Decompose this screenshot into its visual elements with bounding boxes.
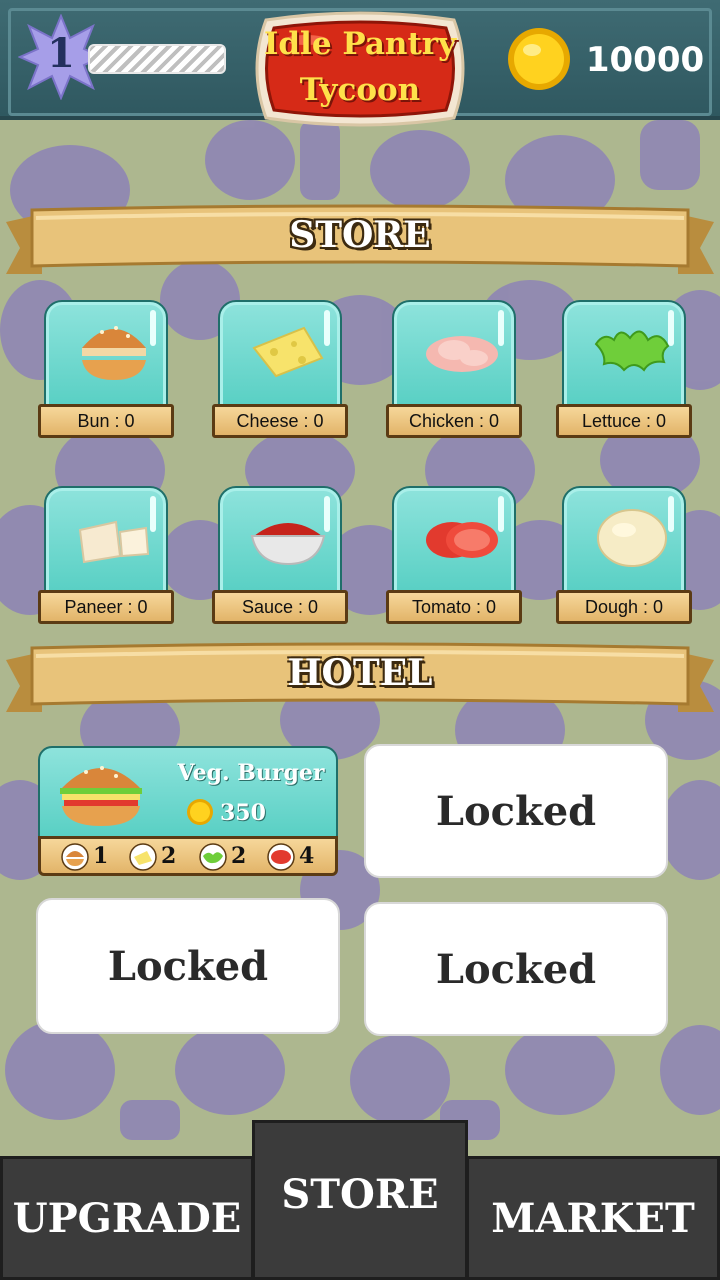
store-item-bun[interactable]: Bun : 0 (38, 300, 174, 440)
item-label: Sauce : 0 (212, 590, 348, 624)
item-tile (218, 486, 342, 598)
item-label: Lettuce : 0 (556, 404, 692, 438)
store-item-dough[interactable]: Dough : 0 (556, 486, 692, 626)
ingredient-count: 1 (93, 843, 109, 869)
item-tile (392, 486, 516, 598)
item-tile (392, 300, 516, 412)
ingredient-count: 2 (231, 843, 247, 869)
locked-slot-4[interactable]: Locked (364, 902, 668, 1036)
burger-icon (60, 766, 142, 826)
store-item-sauce[interactable]: Sauce : 0 (212, 486, 348, 626)
item-label: Bun : 0 (38, 404, 174, 438)
item-tile (562, 486, 686, 598)
market-tab-button[interactable]: MARKET (466, 1156, 720, 1280)
hotel-heading: HOTEL (287, 652, 433, 694)
store-item-tomato[interactable]: Tomato : 0 (386, 486, 522, 626)
store-item-paneer[interactable]: Paneer : 0 (38, 486, 174, 626)
item-label: Cheese : 0 (212, 404, 348, 438)
xp-progress-bar (88, 44, 226, 74)
recipe-card-veg-burger[interactable]: Veg. Burger 350 1 2 2 4 (38, 746, 338, 876)
locked-slot-2[interactable]: Locked (364, 744, 668, 878)
recipe-card-top: Veg. Burger 350 (38, 746, 338, 842)
coin-balance: 10000 (585, 40, 705, 80)
chicken-icon (426, 336, 498, 372)
item-tile (44, 486, 168, 598)
store-item-cheese[interactable]: Cheese : 0 (212, 300, 348, 440)
store-heading: STORE (289, 214, 431, 256)
store-item-lettuce[interactable]: Lettuce : 0 (556, 300, 692, 440)
sauce-icon (250, 523, 326, 566)
item-label: Dough : 0 (556, 590, 692, 624)
item-label: Chicken : 0 (386, 404, 522, 438)
paneer-icon (78, 520, 150, 564)
ingredient-count: 4 (299, 843, 315, 869)
locked-slot-3[interactable]: Locked (36, 898, 340, 1034)
background-pattern (0, 120, 720, 1140)
bottom-nav: UPGRADE STORE MARKET (0, 1120, 720, 1280)
recipe-price: 350 (220, 800, 266, 826)
bun-icon (61, 843, 89, 871)
tomato-icon (426, 522, 498, 558)
item-tile (44, 300, 168, 412)
game-title-line2: Tycoon (299, 72, 421, 108)
ingredient-count: 2 (161, 843, 177, 869)
item-tile (562, 300, 686, 412)
player-level: 1 (47, 30, 75, 77)
bun-icon (82, 326, 146, 380)
game-screen: 1 Idle Pantry Tycoon 10000 STORE Bun : 0 (0, 0, 720, 1280)
coin-icon (187, 799, 213, 825)
dough-icon (597, 509, 667, 567)
lettuce-icon (594, 330, 670, 372)
cheese-icon (129, 843, 157, 871)
game-title-line1: Idle Pantry (263, 26, 457, 62)
cheese-icon (252, 326, 324, 378)
lettuce-icon (199, 843, 227, 871)
coin-icon (508, 28, 570, 90)
item-label: Tomato : 0 (386, 590, 522, 624)
recipe-ingredients: 1 2 2 4 (38, 836, 338, 876)
store-tab-button[interactable]: STORE (252, 1120, 468, 1280)
item-label: Paneer : 0 (38, 590, 174, 624)
item-tile (218, 300, 342, 412)
store-item-chicken[interactable]: Chicken : 0 (386, 300, 522, 440)
tomato-icon (267, 843, 295, 871)
recipe-name: Veg. Burger (177, 760, 325, 786)
upgrade-tab-button[interactable]: UPGRADE (0, 1156, 254, 1280)
